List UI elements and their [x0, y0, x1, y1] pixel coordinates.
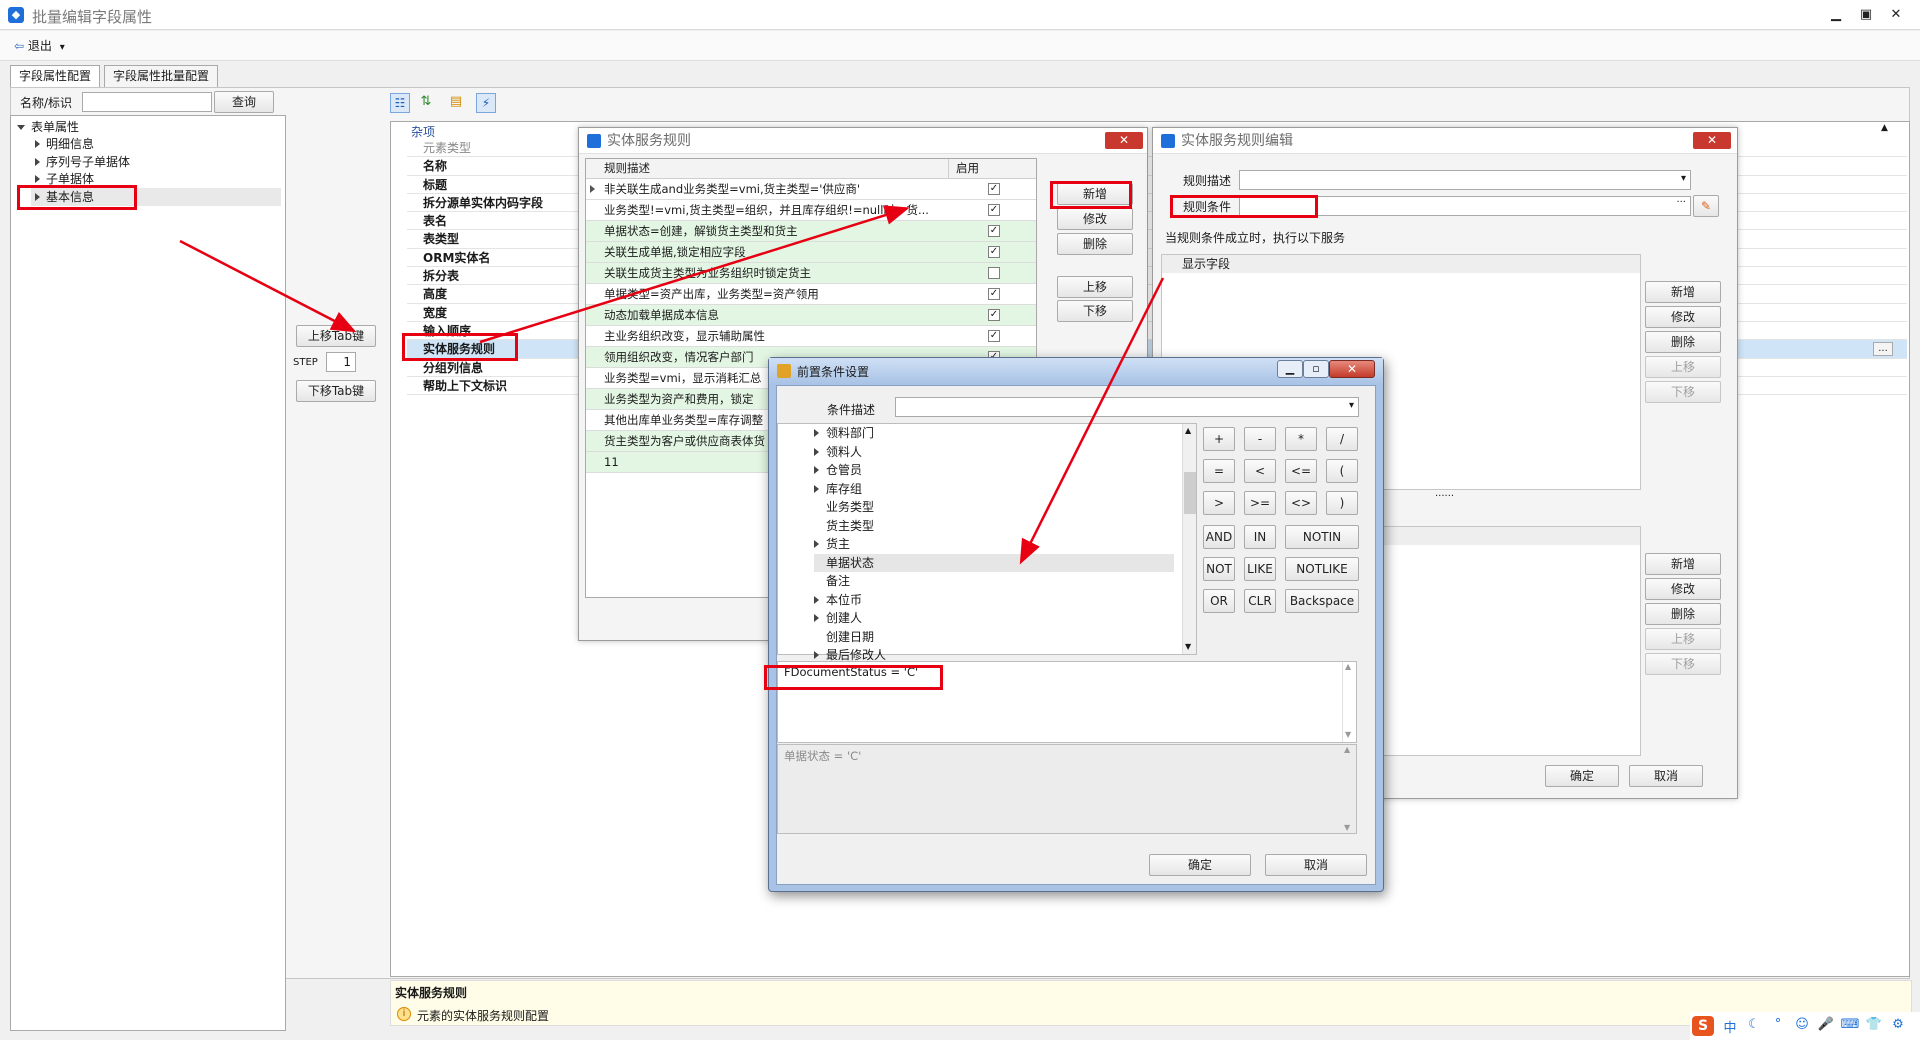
arrow-to-tab-up: [179, 239, 357, 333]
annotation-arrows: [179, 205, 1165, 565]
tray-icon[interactable]: ☾: [1744, 1017, 1764, 1032]
tray-icon[interactable]: ☺: [1792, 1017, 1812, 1032]
tray-icon[interactable]: °: [1768, 1017, 1788, 1032]
tray-icon[interactable]: 🎤: [1816, 1017, 1836, 1032]
arrow-to-add: [479, 205, 910, 344]
tray-icon[interactable]: 👕: [1864, 1017, 1884, 1032]
system-tray: S 中 ☾ ° ☺ 🎤 ⌨ 👕 ⚙: [1690, 1012, 1920, 1040]
status-title: 实体服务规则: [395, 986, 468, 1000]
tray-icon[interactable]: ⌨: [1840, 1017, 1860, 1032]
arrow-to-field: [1019, 277, 1165, 565]
status-desc: 元素的实体服务规则配置: [417, 1009, 550, 1023]
ime-logo-icon[interactable]: S: [1692, 1016, 1714, 1036]
tray-icon[interactable]: ⚙: [1888, 1017, 1908, 1032]
info-icon: i: [397, 1007, 411, 1021]
status-panel: 实体服务规则 i 元素的实体服务规则配置: [390, 980, 1912, 1026]
tray-icon[interactable]: 中: [1720, 1017, 1740, 1036]
